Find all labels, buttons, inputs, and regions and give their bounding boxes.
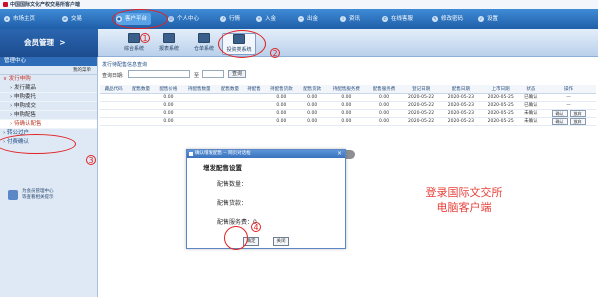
column-header: 配售日期 [440,85,481,94]
highlight-ellipse-client-platform [112,9,168,29]
table-row: 0.00 0.00 0.00 0.00 0.00 2020-05-22 2020-05-23… [100,93,596,102]
column-header: 持配售服务费 [325,85,367,94]
reject-row-button[interactable]: 放弃 [569,117,586,125]
to-label: 至 [194,73,200,79]
service-icon: ✆ [382,16,388,22]
dialog-close-button[interactable]: 关闭 [273,237,289,246]
nav-item-settings[interactable]: ✓ 设置 [478,13,498,25]
dialog-heading: 增发配售设置 [203,164,242,172]
trade-icon: ⇄ [62,16,68,22]
column-header: 持配售数量 [182,85,217,94]
sidebar-item-subscription-deal[interactable]: › 申购成交 [0,102,97,111]
withdraw-icon: − [298,16,304,22]
market-icon: ↗ [220,16,226,22]
nav-item-deposit[interactable]: + 入金 [256,13,276,25]
table-header-row: 藏品代码 配售数量 配售价格 持配售数量 配售数量 持配售 持配售货款 配售货款… [100,85,596,94]
column-header: 配售数量 [216,85,244,94]
nav-item-change-password[interactable]: ✎ 修改密码 [432,13,463,25]
main-content: 发行待配售信息查询 查询日期: 至 查询 藏品代码 配售数量 配售价格 持配售数… [98,57,598,297]
sidebar-header: 管理中心 [0,57,97,66]
query-date-label: 查询日期: [102,73,124,79]
annotation-number-2: 2 [270,48,280,58]
nav-item-home[interactable]: ⌂ 市场主页 [4,13,35,25]
reports-system-icon [163,33,175,43]
nav-item-withdraw[interactable]: − 出金 [298,13,318,25]
allotment-quantity-label: 配售数量： [217,181,248,188]
password-icon: ✎ [432,16,438,22]
end-date-input[interactable] [202,70,224,78]
close-icon[interactable]: × [337,150,342,158]
system-tab-reports[interactable]: 报表系统 [152,33,186,55]
query-button[interactable]: 查询 [228,70,246,78]
column-header: 登记日期 [401,85,441,94]
top-navbar: ⌂ 市场主页 ⇄ 交易 ● 客户平台 ☺ 个人中心 ↗ 行情 + 入金 − 出金 i 资讯 ✆ 在… [0,9,598,29]
confirm-row-button[interactable]: 确认 [551,117,568,125]
allotment-payment-label: 配售货款： [217,200,248,207]
allotment-table: 藏品代码 配售数量 配售价格 持配售数量 配售数量 持配售 持配售货款 配售货款… [100,85,596,126]
dialog-titlebar: 确认增发配售 -- 网页对话框 × [187,150,345,158]
computer-icon [8,190,18,200]
promo-text: 登录国际文交所 电脑客户端 [425,186,503,214]
app-logo-icon [3,2,8,7]
sidebar-footer-tip: 为会员管理中心 等查看相关提示 [6,187,92,207]
nav-item-personal-center[interactable]: ☺ 个人中心 [168,13,199,25]
highlight-ellipse-ok-button [224,226,248,250]
sidebar-item-subscription-allotment[interactable]: › 申购配售 [0,111,97,120]
system-tab-warehouse[interactable]: 仓单系统 [187,33,221,55]
start-date-input[interactable] [128,70,190,78]
my-menu-link[interactable]: 我的菜单 [0,66,97,75]
annotation-number-1: 1 [140,33,150,43]
annotation-number-3: 3 [86,155,96,165]
sidebar-item-pending-allotment[interactable]: › 待确认配售 [0,120,97,129]
highlight-ellipse-investment-system [218,30,266,58]
nav-item-market[interactable]: ↗ 行情 [220,13,240,25]
window-titlebar: 中国国际文化产权交易所客户端 [0,0,598,9]
sidebar-item-issue-collection[interactable]: › 发行藏品 [0,84,97,93]
confirm-row-button[interactable]: 确认 [551,109,568,117]
member-management-title: 会员管理 > [0,29,98,57]
column-header: 配售数量 [127,85,155,94]
deposit-icon: + [256,16,262,22]
column-header: 上市日期 [480,85,521,94]
allotment-dialog: 确认增发配售 -- 网页对话框 × 增发配售设置 配售数量： 配售货款： 配售服… [186,149,346,249]
column-header: 配售货款 [298,85,326,94]
sidebar: 管理中心 我的菜单 ∨ 发行申购 › 发行藏品 › 申购委托 › 申购成交 › … [0,57,98,297]
column-header: 配售服务费 [366,85,402,94]
settings-icon: ✓ [478,16,484,22]
nav-item-news[interactable]: i 资讯 [340,13,360,25]
dialog-window-icon [189,152,193,156]
column-header: 状态 [520,85,542,94]
column-header: 持配售货款 [264,85,299,94]
sidebar-category-issue-subscription[interactable]: ∨ 发行申购 [0,75,97,84]
column-header: 持配售 [243,85,265,94]
nav-item-trade[interactable]: ⇄ 交易 [62,13,82,25]
column-header: 配售价格 [154,85,183,94]
info-icon: i [340,16,346,22]
comprehensive-system-icon [128,33,140,43]
reject-row-button[interactable]: 放弃 [569,109,586,117]
sidebar-item-subscription-order[interactable]: › 申购委托 [0,93,97,102]
table-row: 0.00 0.00 0.00 0.00 0.00 2020-05-22 2020-05-23… [100,117,596,126]
column-header: 操作 [541,85,596,94]
window-title: 中国国际文化产权交易所客户端 [10,2,81,8]
nav-item-online-service[interactable]: ✆ 在线客服 [382,13,413,25]
user-icon: ☺ [168,16,174,22]
home-icon: ⌂ [4,16,10,22]
annotation-number-4: 4 [251,222,261,232]
page-title: 发行待配售信息查询 [102,62,148,68]
warehouse-system-icon [198,33,210,43]
table-row: 0.00 0.00 0.00 0.00 0.00 2020-05-22 2020-05-23… [100,101,596,110]
table-row: 0.00 0.00 0.00 0.00 0.00 2020-05-22 2020-05-23… [100,109,596,118]
column-header: 藏品代码 [100,85,128,94]
